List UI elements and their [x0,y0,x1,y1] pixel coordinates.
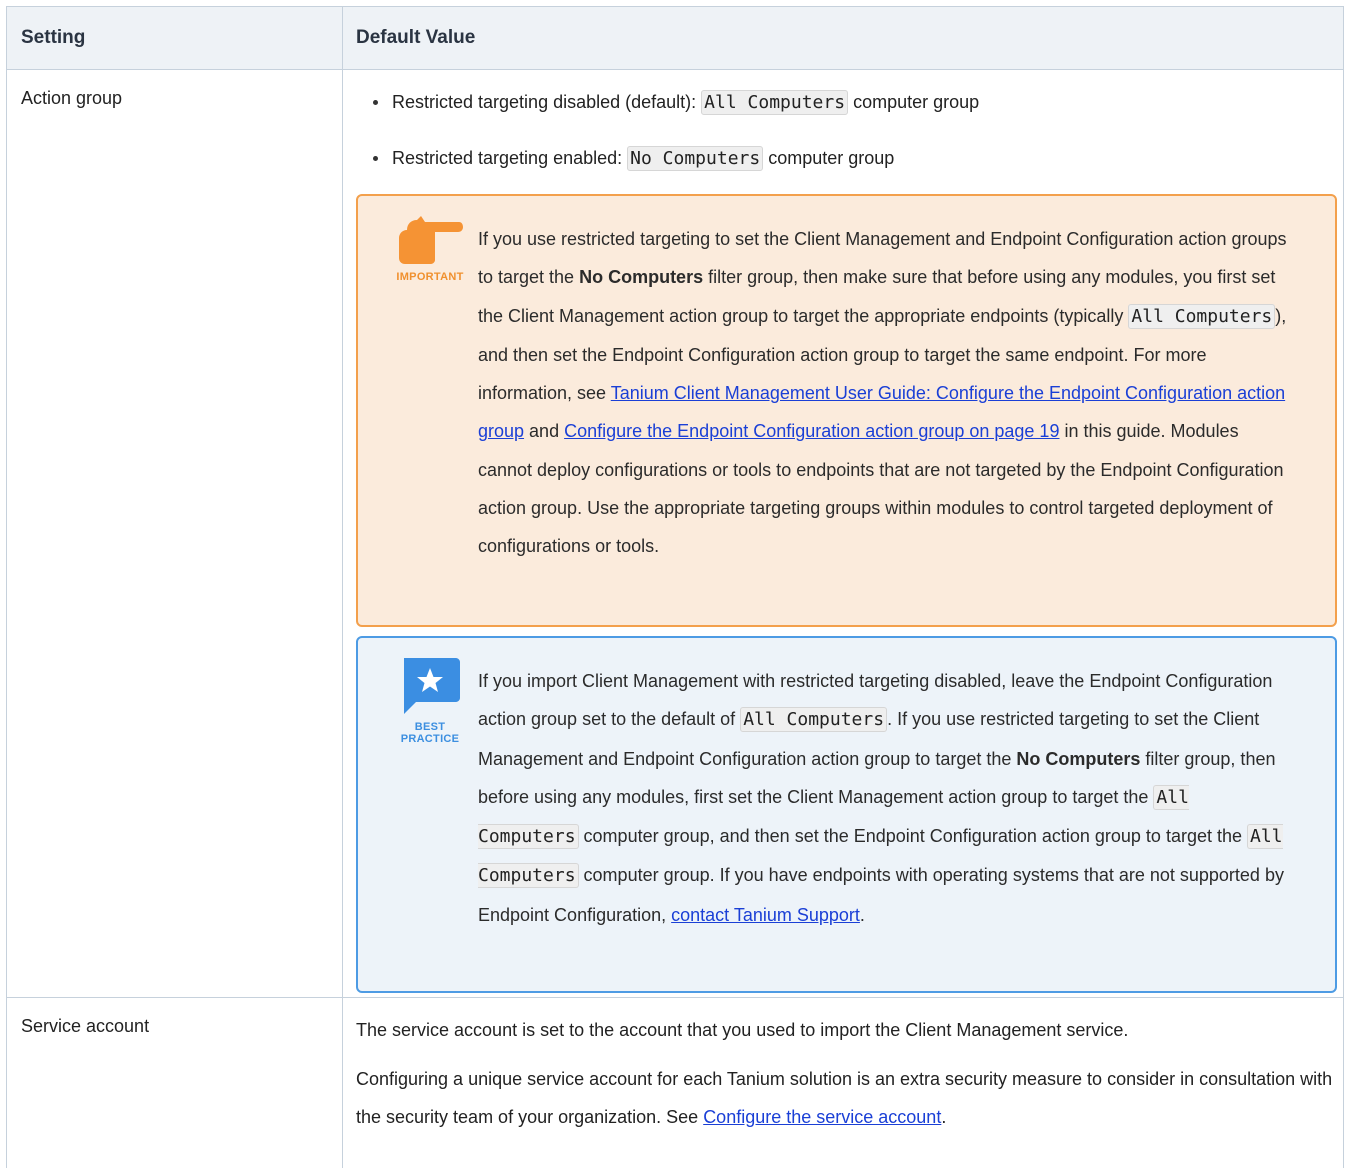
best-practice-icon-box: BEST PRACTICE [388,658,472,745]
code-all-computers: All Computers [701,90,849,115]
settings-table: Setting Default Value Action group Restr… [6,6,1344,1168]
service-account-note: Configuring a unique service account for… [356,1069,1333,1127]
best-practice-callout: BEST PRACTICE If you import Client Manag… [356,636,1337,993]
code-all-computers: All Computers [740,707,888,733]
best-practice-text: If you import Client Management with res… [478,671,1284,925]
table-row-action-group: Action group Restricted targeting disabl… [7,70,1343,998]
star-speech-bubble-icon [404,658,460,714]
default-value-list: Restricted targeting disabled (default):… [356,82,1343,194]
important-callout: IMPORTANT If you use restricted targetin… [356,194,1337,627]
list-item: Restricted targeting disabled (default):… [356,82,1343,138]
code-all-computers: All Computers [1128,303,1276,329]
important-text: If you use restricted targeting to set t… [478,229,1287,557]
link-contact-support[interactable]: contact Tanium Support [671,905,860,925]
important-label: IMPORTANT [396,271,464,283]
list-item: Restricted targeting enabled: No Compute… [356,138,1343,194]
pointing-hand-icon [399,216,463,264]
setting-name: Action group [21,88,123,108]
header-default-value: Default Value [356,27,476,48]
code-no-computers: No Computers [627,146,764,171]
header-setting: Setting [7,7,343,69]
important-icon-box: IMPORTANT [388,216,472,283]
service-account-description: The service account is set to the accoun… [356,1020,1129,1040]
table-row-service-account: Service account The service account is s… [7,998,1343,1168]
link-configure-action-group[interactable]: Configure the Endpoint Configuration act… [564,421,1059,441]
best-practice-label: BEST PRACTICE [400,721,460,745]
setting-name: Service account [21,1016,150,1036]
link-configure-service-account[interactable]: Configure the service account [703,1107,941,1127]
table-header-row: Setting Default Value [7,7,1343,70]
